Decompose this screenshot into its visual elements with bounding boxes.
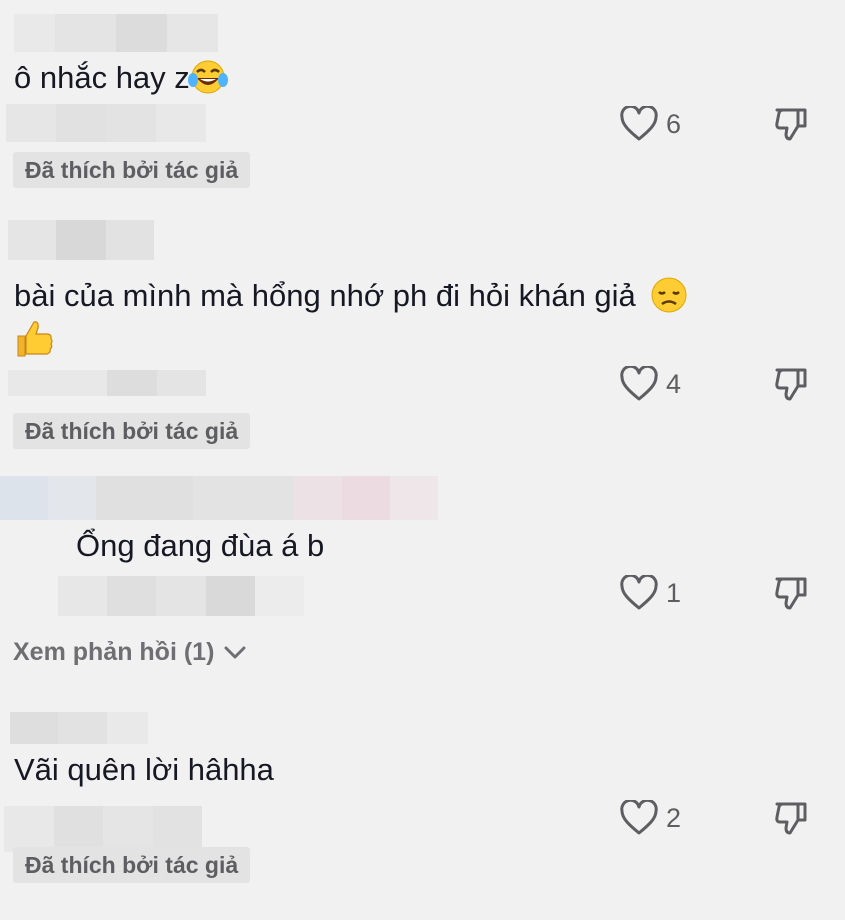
heart-icon bbox=[620, 106, 658, 141]
dislike-icon[interactable] bbox=[774, 366, 808, 402]
dislike-icon[interactable] bbox=[774, 800, 808, 836]
comment-text: Vãi quên lời hâhha bbox=[14, 752, 274, 787]
thumbs-up-emoji bbox=[17, 321, 53, 357]
like-count: 6 bbox=[666, 108, 682, 139]
heart-icon bbox=[620, 800, 658, 835]
dislike-icon[interactable] bbox=[774, 575, 808, 611]
comment-text: bài của mình mà hổng nhớ ph đi hỏi khán … bbox=[14, 278, 636, 313]
username-blurred[interactable] bbox=[14, 14, 218, 52]
view-replies-button[interactable]: Xem phản hồi (1) bbox=[13, 638, 246, 667]
like-button[interactable]: 1 bbox=[620, 575, 681, 611]
heart-icon bbox=[620, 575, 658, 610]
heart-icon bbox=[620, 366, 658, 401]
laughing-tears-emoji bbox=[187, 60, 228, 94]
comment-text-row: ô nhắc hay z bbox=[14, 60, 228, 96]
meta-blurred bbox=[58, 576, 304, 616]
liked-by-author-badge: Đã thích bởi tác giả bbox=[13, 152, 251, 188]
like-count: 2 bbox=[666, 802, 682, 833]
liked-by-author-badge: Đã thích bởi tác giả bbox=[13, 847, 251, 883]
like-button[interactable]: 4 bbox=[620, 366, 681, 402]
liked-by-author-badge: Đã thích bởi tác giả bbox=[13, 413, 251, 449]
comment-text-row: bài của mình mà hổng nhớ ph đi hỏi khán … bbox=[14, 277, 688, 314]
view-replies-label: Xem phản hồi (1) bbox=[13, 638, 215, 666]
username-blurred[interactable] bbox=[10, 712, 148, 744]
username-blurred[interactable] bbox=[0, 476, 438, 520]
comment-text: ô nhắc hay z bbox=[14, 60, 190, 95]
dislike-icon[interactable] bbox=[774, 106, 808, 142]
meta-blurred bbox=[4, 806, 202, 852]
like-count: 4 bbox=[666, 368, 682, 399]
meta-blurred bbox=[6, 104, 206, 142]
disappointed-face-emoji bbox=[651, 277, 687, 313]
comment-text: Ổng đang đùa á b bbox=[76, 528, 325, 563]
like-button[interactable]: 2 bbox=[620, 800, 681, 836]
meta-blurred bbox=[8, 370, 206, 396]
chevron-down-icon bbox=[224, 646, 246, 658]
username-blurred[interactable] bbox=[8, 220, 154, 260]
like-count: 1 bbox=[666, 577, 682, 608]
like-button[interactable]: 6 bbox=[620, 106, 681, 142]
